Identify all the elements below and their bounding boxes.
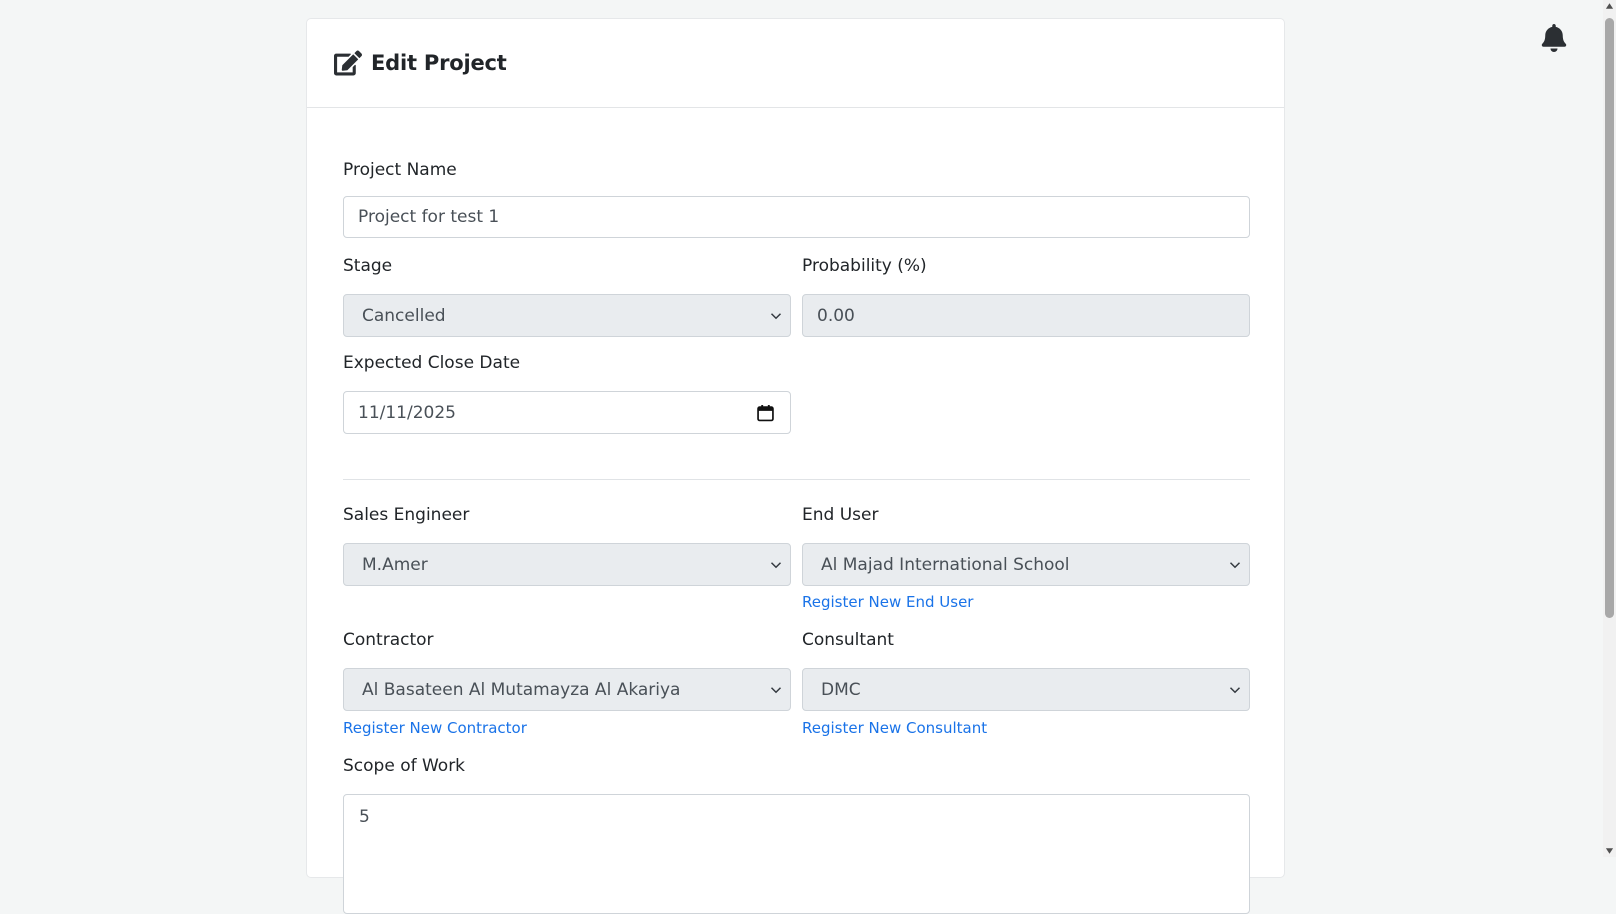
edit-icon — [334, 50, 362, 76]
expected-close-date-label: Expected Close Date — [343, 353, 521, 373]
contractor-label: Contractor — [343, 630, 434, 650]
chevron-down-icon — [1229, 687, 1241, 694]
chevron-down-icon — [770, 562, 782, 569]
chevron-down-icon — [770, 687, 782, 694]
scope-of-work-label: Scope of Work — [343, 756, 466, 776]
scroll-up-icon[interactable] — [1605, 2, 1614, 10]
register-contractor-link[interactable]: Register New Contractor — [343, 719, 527, 737]
sales-engineer-value: M.Amer — [362, 554, 428, 575]
section-divider — [343, 479, 1250, 480]
stage-label: Stage — [343, 256, 393, 276]
scope-of-work-value: 5 — [359, 807, 370, 827]
expected-close-date-value: 11/11/2025 — [358, 402, 456, 423]
sales-engineer-select[interactable]: M.Amer — [343, 543, 791, 586]
stage-value: Cancelled — [362, 305, 446, 326]
register-consultant-link[interactable]: Register New Consultant — [802, 719, 987, 737]
consultant-label: Consultant — [802, 630, 894, 650]
edit-project-card: Edit Project Project Name Project for te… — [306, 18, 1285, 914]
consultant-value: DMC — [821, 679, 861, 700]
chevron-down-icon — [770, 313, 782, 320]
sales-engineer-label: Sales Engineer — [343, 505, 470, 525]
contractor-value: Al Basateen Al Mutamayza Al Akariya — [362, 679, 681, 700]
chevron-down-icon — [1229, 562, 1241, 569]
page-scrollbar[interactable] — [1603, 0, 1616, 857]
end-user-value: Al Majad International School — [821, 554, 1070, 575]
project-name-input[interactable]: Project for test 1 — [343, 196, 1250, 238]
contractor-select[interactable]: Al Basateen Al Mutamayza Al Akariya — [343, 668, 791, 711]
card-header: Edit Project — [307, 19, 1284, 108]
scope-of-work-textarea[interactable]: 5 — [343, 794, 1250, 914]
register-end-user-link[interactable]: Register New End User — [802, 593, 973, 611]
stage-select[interactable]: Cancelled — [343, 294, 791, 337]
project-name-label: Project Name — [343, 160, 457, 180]
end-user-label: End User — [802, 505, 879, 525]
scrollbar-thumb[interactable] — [1605, 18, 1614, 618]
page-title: Edit Project — [371, 51, 507, 75]
probability-value: 0.00 — [817, 305, 855, 326]
expected-close-date-input[interactable]: 11/11/2025 — [343, 391, 791, 434]
calendar-icon[interactable] — [757, 404, 774, 422]
bell-icon[interactable] — [1541, 24, 1567, 52]
probability-label: Probability (%) — [802, 256, 927, 276]
scroll-down-icon[interactable] — [1605, 847, 1614, 855]
consultant-select[interactable]: DMC — [802, 668, 1250, 711]
end-user-select[interactable]: Al Majad International School — [802, 543, 1250, 586]
project-name-value: Project for test 1 — [358, 207, 500, 227]
probability-input[interactable]: 0.00 — [802, 294, 1250, 337]
